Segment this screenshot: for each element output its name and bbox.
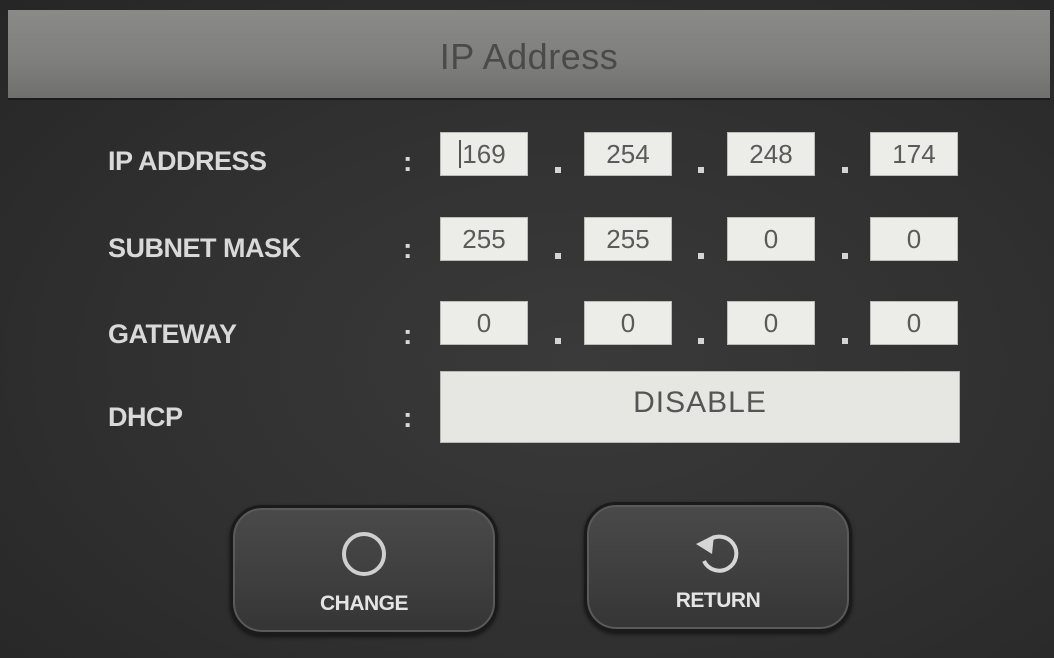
settings-panel: IP ADDRESS : 169 254 248 174 SUBNET MASK… bbox=[8, 100, 1050, 645]
ip-octet-2-value: 254 bbox=[606, 139, 650, 169]
circle-icon bbox=[340, 530, 388, 583]
ip-octet-2-field[interactable]: 254 bbox=[584, 132, 672, 176]
ip-address-colon: : bbox=[403, 146, 413, 177]
gateway-octet-2-value: 0 bbox=[620, 308, 636, 338]
separator-dot bbox=[698, 338, 704, 344]
subnet-octet-1-field[interactable]: 255 bbox=[440, 217, 528, 261]
ip-octet-1-value: 169 bbox=[462, 139, 506, 169]
gateway-colon: : bbox=[403, 319, 413, 350]
ip-octet-3-value: 248 bbox=[749, 139, 793, 169]
ip-octet-4-field[interactable]: 174 bbox=[870, 132, 958, 176]
ip-octet-4-value: 174 bbox=[892, 139, 936, 169]
separator-dot bbox=[555, 338, 561, 344]
separator-dot bbox=[555, 167, 561, 173]
gateway-octet-4-value: 0 bbox=[906, 308, 922, 338]
separator-dot bbox=[842, 167, 848, 173]
return-button-label: RETURN bbox=[675, 589, 761, 612]
gateway-octet-3-value: 0 bbox=[763, 308, 779, 338]
dhcp-colon: : bbox=[403, 402, 413, 433]
subnet-octet-4-value: 0 bbox=[906, 224, 922, 254]
subnet-octet-2-value: 255 bbox=[606, 224, 650, 254]
subnet-octet-1-value: 255 bbox=[462, 224, 506, 254]
subnet-octet-3-value: 0 bbox=[763, 224, 779, 254]
change-button-label: CHANGE bbox=[319, 592, 409, 615]
gateway-octet-2-field[interactable]: 0 bbox=[584, 301, 672, 345]
separator-dot bbox=[555, 253, 561, 259]
separator-dot bbox=[842, 253, 848, 259]
page-title: IP Address bbox=[439, 36, 619, 77]
separator-dot bbox=[698, 167, 704, 173]
ip-octet-1-field[interactable]: 169 bbox=[440, 132, 528, 176]
subnet-mask-colon: : bbox=[403, 233, 413, 264]
subnet-octet-2-field[interactable]: 255 bbox=[584, 217, 672, 261]
text-cursor bbox=[459, 140, 461, 168]
ip-address-label: IP ADDRESS bbox=[108, 146, 267, 176]
gateway-octet-1-value: 0 bbox=[476, 308, 492, 338]
return-arrow-icon bbox=[690, 527, 746, 582]
gateway-octet-4-field[interactable]: 0 bbox=[870, 301, 958, 345]
ip-octet-3-field[interactable]: 248 bbox=[727, 132, 815, 176]
subnet-octet-4-field[interactable]: 0 bbox=[870, 217, 958, 261]
return-button[interactable]: RETURN bbox=[584, 502, 852, 632]
device-screen: IP Address IP ADDRESS : 169 254 248 174 … bbox=[0, 0, 1054, 658]
subnet-octet-3-field[interactable]: 0 bbox=[727, 217, 815, 261]
gateway-octet-1-field[interactable]: 0 bbox=[440, 301, 528, 345]
dhcp-toggle-button[interactable]: DISABLE bbox=[440, 371, 960, 443]
separator-dot bbox=[698, 253, 704, 259]
change-button[interactable]: CHANGE bbox=[230, 505, 498, 635]
subnet-mask-label: SUBNET MASK bbox=[108, 233, 301, 263]
title-bar: IP Address bbox=[8, 10, 1050, 100]
separator-dot bbox=[842, 338, 848, 344]
gateway-octet-3-field[interactable]: 0 bbox=[727, 301, 815, 345]
gateway-label: GATEWAY bbox=[108, 319, 237, 349]
dhcp-label: DHCP bbox=[108, 402, 183, 432]
